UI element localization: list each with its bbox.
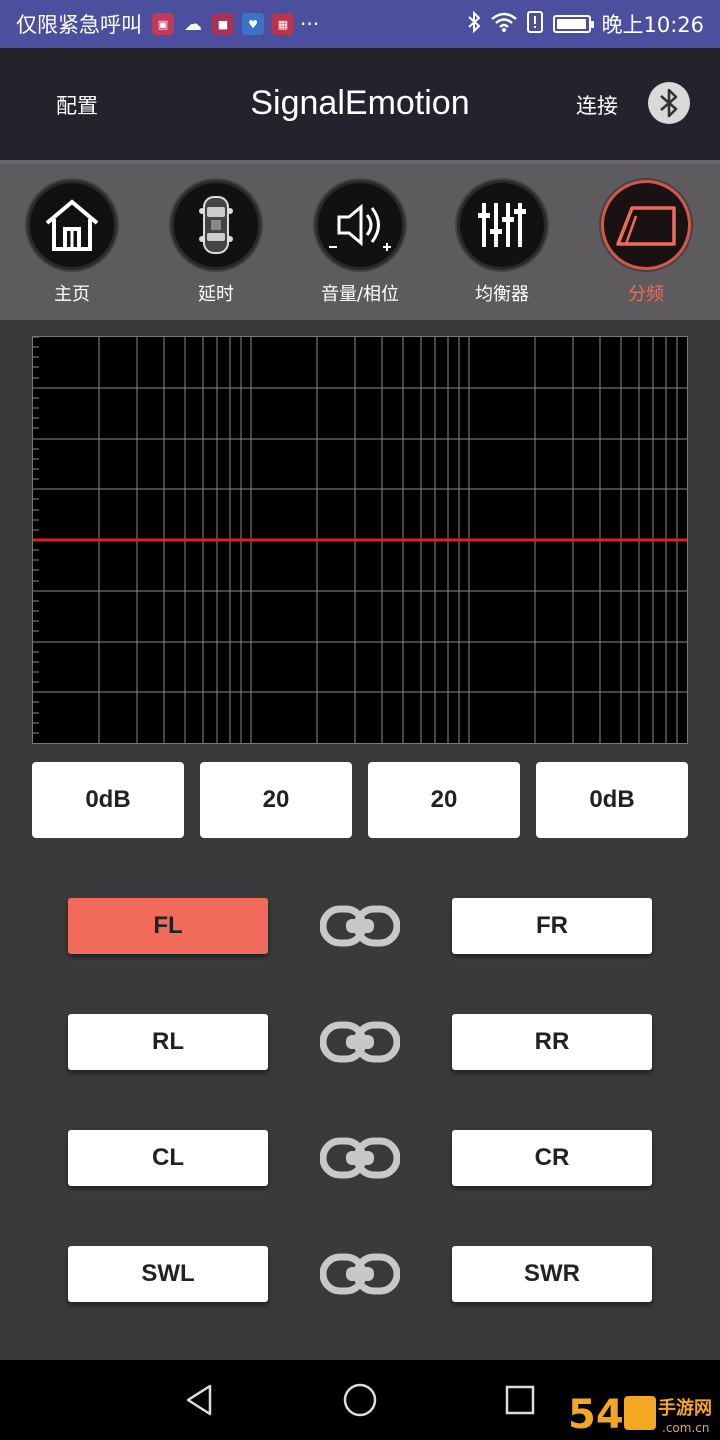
channel-cl-button[interactable]: CL — [68, 1130, 268, 1186]
nav-item-equalizer[interactable]: 均衡器 — [442, 180, 562, 306]
battery-icon — [553, 15, 595, 33]
nav-label: 均衡器 — [475, 284, 529, 305]
low-pass-gain-value[interactable]: 0dB — [536, 762, 688, 838]
sim-alert-icon — [527, 10, 544, 38]
link-icon[interactable] — [319, 904, 401, 948]
bluetooth-status-icon — [467, 10, 481, 38]
nav-item-volume-phase[interactable]: 音量/相位 — [300, 180, 420, 306]
response-grid — [33, 336, 687, 743]
recents-icon[interactable] — [500, 1380, 540, 1420]
app-notification-icon: ▦ — [272, 13, 294, 35]
high-pass-frequency-value[interactable]: 20 — [200, 762, 352, 838]
bluetooth-icon — [660, 88, 678, 118]
nav-item-home[interactable]: 主页 — [12, 180, 132, 306]
notification-icons: ▣ ☁ ■ ♥ ▦ — [152, 13, 294, 35]
nav-label-active: 分频 — [628, 284, 664, 305]
site-watermark: 54 手游网 .com.cn — [566, 1388, 716, 1438]
link-icon[interactable] — [319, 1252, 401, 1296]
bluetooth-connect-button[interactable] — [648, 82, 690, 124]
watermark-domain: .com.cn — [662, 1421, 709, 1435]
function-nav: 主页 延时 音量/相位 均衡器 分频 — [0, 160, 720, 320]
connect-button[interactable]: 连接 — [576, 90, 618, 120]
app-notification-icon: ▣ — [152, 13, 174, 35]
back-icon[interactable] — [180, 1380, 220, 1420]
link-icon[interactable] — [319, 1020, 401, 1064]
app-notification-icon: ■ — [212, 13, 234, 35]
channel-fl-button[interactable]: FL — [68, 898, 268, 954]
channel-rl-button[interactable]: RL — [68, 1014, 268, 1070]
channel-swr-button[interactable]: SWR — [452, 1246, 652, 1302]
crossover-icon — [601, 180, 691, 270]
carrier-status: 仅限紧急呼叫 — [16, 13, 142, 37]
status-bar: 仅限紧急呼叫 ▣ ☁ ■ ♥ ▦ ··· 晚上10:26 — [0, 0, 720, 48]
equalizer-icon — [457, 180, 547, 270]
car-top-icon — [171, 180, 261, 270]
home-nav-icon[interactable] — [340, 1380, 380, 1420]
nav-item-delay[interactable]: 延时 — [156, 180, 276, 306]
watermark-logo-icon — [624, 1396, 656, 1430]
high-pass-gain-value[interactable]: 0dB — [32, 762, 184, 838]
nav-item-crossover[interactable]: 分频 — [586, 180, 706, 306]
watermark-text: 手游网 — [658, 1397, 712, 1419]
app-notification-icon: ♥ — [242, 13, 264, 35]
clock: 晚上10:26 — [601, 13, 704, 37]
nav-label: 延时 — [198, 284, 234, 305]
cloud-icon: ☁ — [184, 13, 202, 35]
watermark-number: 54 — [568, 1392, 624, 1436]
channel-fr-button[interactable]: FR — [452, 898, 652, 954]
channel-rr-button[interactable]: RR — [452, 1014, 652, 1070]
link-icon[interactable] — [319, 1136, 401, 1180]
channel-swl-button[interactable]: SWL — [68, 1246, 268, 1302]
home-icon — [27, 180, 117, 270]
speaker-icon — [315, 180, 405, 270]
low-pass-frequency-value[interactable]: 20 — [368, 762, 520, 838]
nav-label: 音量/相位 — [320, 284, 400, 305]
channel-cr-button[interactable]: CR — [452, 1130, 652, 1186]
nav-label: 主页 — [54, 284, 90, 305]
frequency-response-graph[interactable] — [32, 336, 688, 744]
more-notifications-icon: ··· — [300, 12, 320, 36]
app-header: 配置 SignalEmotion 连接 — [0, 48, 720, 160]
wifi-icon — [491, 12, 518, 37]
